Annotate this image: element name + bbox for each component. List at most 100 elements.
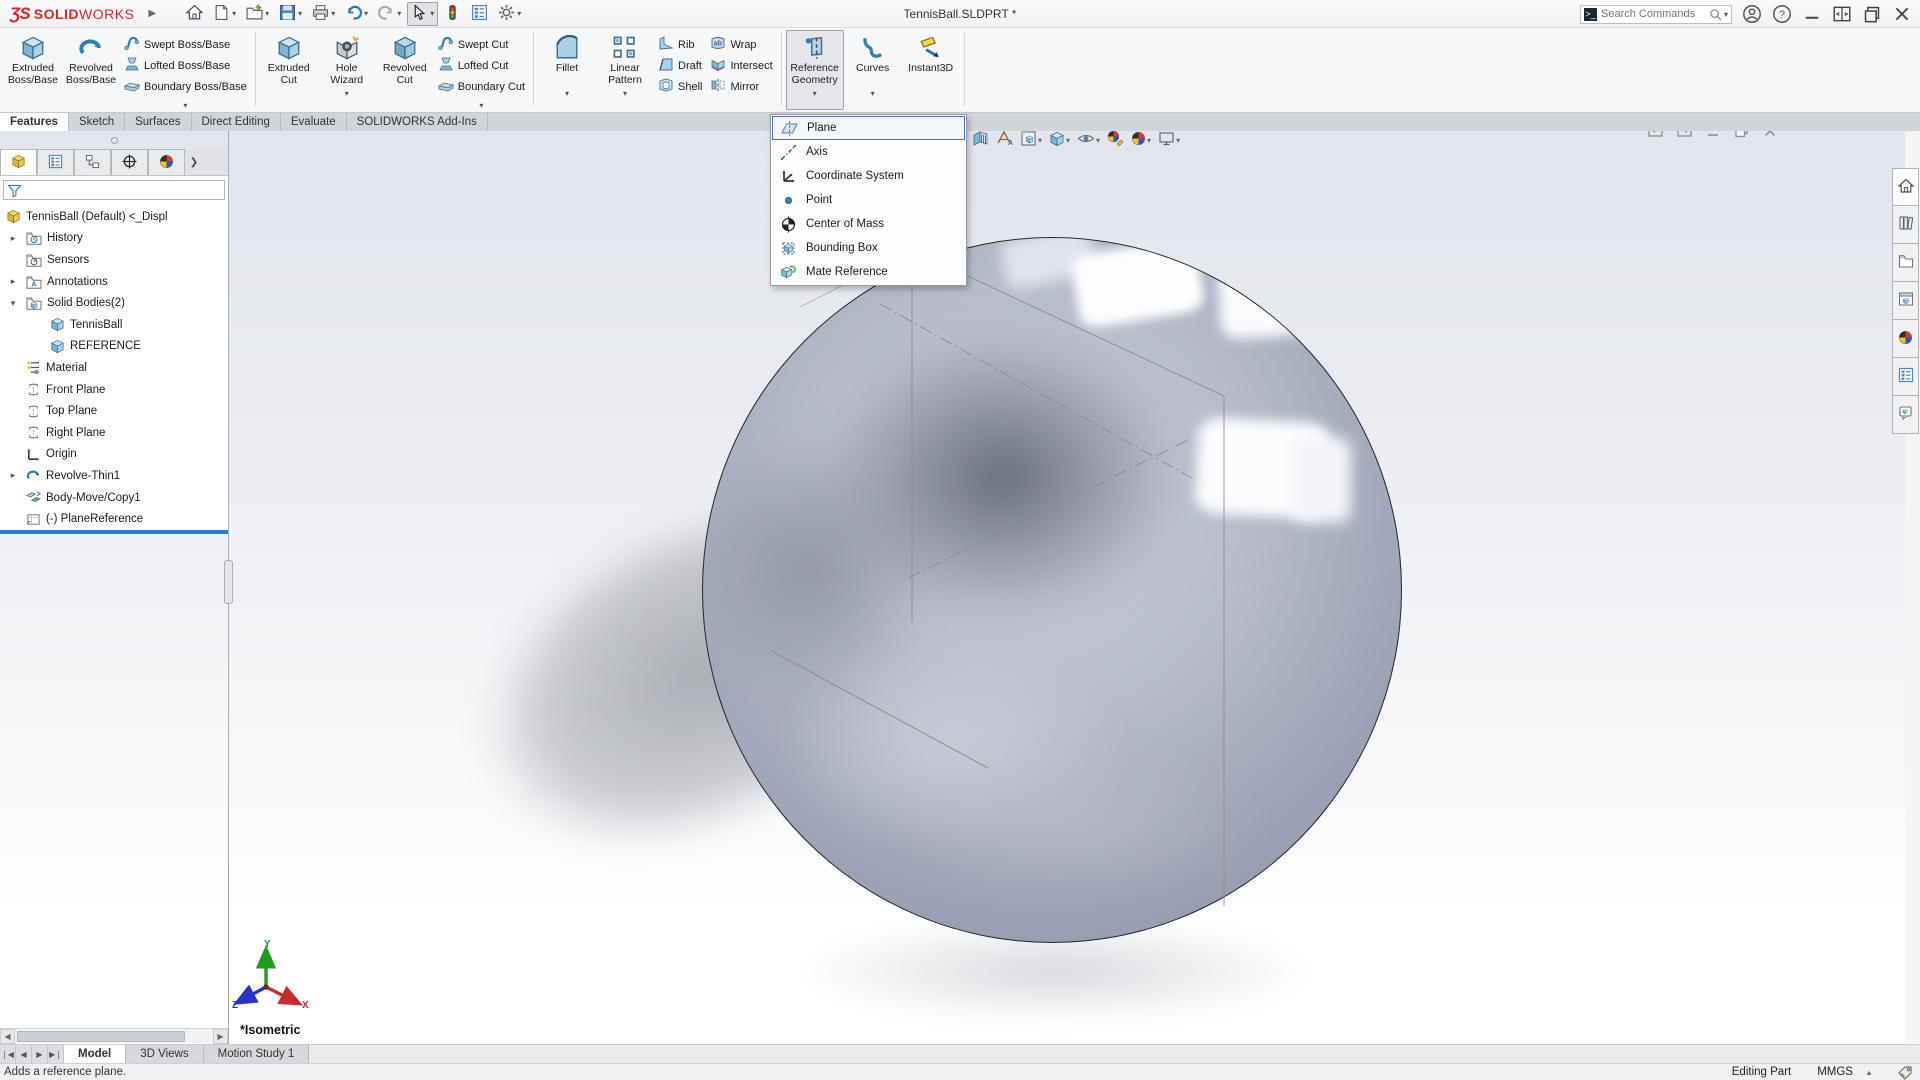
tree-item-annotations[interactable]: ▸AAnnotations [0, 271, 228, 293]
tree-item-planereference[interactable]: (-) PlaneReference [0, 508, 228, 530]
expanded-arrow-icon[interactable]: ▾ [8, 298, 18, 309]
tree-item-tennisball-default-default-displ[interactable]: TennisBall (Default) <_Displ [0, 206, 228, 228]
options-gear-dropdown-icon[interactable]: ▾ [517, 9, 521, 18]
apply-scene-dropdown-icon[interactable]: ▾ [1147, 136, 1151, 145]
tab-evaluate[interactable]: Evaluate [281, 113, 347, 131]
apply-scene-button[interactable]: ▾ [1129, 131, 1153, 151]
panel-splitter-handle[interactable] [0, 131, 228, 149]
tab-motion-study-1[interactable]: Motion Study 1 [204, 1045, 310, 1063]
display-style-dropdown-icon[interactable]: ▾ [1066, 136, 1070, 145]
new-file-dropdown-icon[interactable]: ▾ [232, 9, 236, 18]
tab-sketch[interactable]: Sketch [69, 113, 125, 131]
scroll-left-icon[interactable]: ◀ [0, 1029, 15, 1044]
print-dropdown-icon[interactable]: ▾ [331, 9, 335, 18]
section-view-button[interactable] [970, 131, 991, 151]
last-tab-icon[interactable]: ▶❘ [48, 1045, 64, 1063]
collapse-right-pane-icon[interactable] [1677, 131, 1692, 138]
search-commands-box[interactable]: >_ ▾ [1580, 5, 1732, 24]
tree-item-tennisball[interactable]: TennisBall [0, 314, 228, 336]
prev-tab-icon[interactable]: ◀ [16, 1045, 32, 1063]
close-button[interactable] [1892, 4, 1912, 24]
menu-item-plane[interactable]: Plane [772, 116, 965, 140]
tree-item-right-plane[interactable]: Right Plane [0, 422, 228, 444]
extruded-cut-button[interactable]: ExtrudedCut [260, 30, 318, 110]
save-dropdown-icon[interactable]: ▾ [298, 9, 302, 18]
magnifier-icon[interactable] [1709, 8, 1722, 21]
select-cursor-dropdown-icon[interactable]: ▾ [430, 9, 434, 18]
panel-horizontal-scrollbar[interactable]: ◀ ▶ [0, 1028, 228, 1043]
tree-item-material-not-specified[interactable]: Material [0, 357, 228, 379]
units-dropdown-icon[interactable]: ▴ [1867, 1068, 1871, 1077]
scroll-right-icon[interactable]: ▶ [213, 1029, 228, 1044]
options-gear-button[interactable]: ▾ [494, 2, 525, 26]
tree-item-solid-bodies-2[interactable]: ▾Solid Bodies(2) [0, 292, 228, 314]
tree-item-top-plane[interactable]: Top Plane [0, 400, 228, 422]
view-orientation-button[interactable]: ▾ [1018, 131, 1044, 151]
collapsed-arrow-icon[interactable]: ▸ [8, 233, 18, 244]
minimize-button[interactable] [1802, 4, 1822, 24]
tab-surfaces[interactable]: Surfaces [125, 113, 191, 131]
stack-dropdown-icon[interactable]: ▾ [434, 101, 529, 110]
first-tab-icon[interactable]: ❘◀ [0, 1045, 16, 1063]
intersect-button[interactable]: oints="8,1.5 14,4.5 8,7.5 2,4.5" fill="#… [706, 55, 776, 76]
taskpane-appearances-button[interactable] [1892, 320, 1919, 358]
tab-direct-editing[interactable]: Direct Editing [192, 113, 281, 131]
dimxpertmanager-tab[interactable] [111, 149, 148, 175]
reference-geometry-button[interactable]: ReferenceGeometry▾ [786, 30, 844, 110]
hide-show-items-button[interactable]: ▾ [1075, 131, 1102, 151]
view-settings-dropdown-icon[interactable]: ▾ [1176, 136, 1180, 145]
taskpane-design-library-button[interactable] [1892, 206, 1919, 244]
linear-pattern-dropdown-icon[interactable]: ▾ [623, 89, 627, 98]
expand-panes-button[interactable] [1832, 4, 1852, 24]
menu-item-axis[interactable]: Axis [772, 140, 965, 164]
swept-cut-button[interactable]: Swept Cut [434, 34, 529, 55]
displaymanager-tab[interactable] [148, 149, 185, 175]
taskpane-view-palette-button[interactable] [1892, 282, 1919, 320]
save-button[interactable]: ▾ [275, 2, 306, 26]
menu-item-center-of-mass[interactable]: Center of Mass [772, 212, 965, 236]
lofted-cut-button[interactable]: Lofted Cut [434, 55, 529, 76]
taskpane-custom-properties-button[interactable] [1892, 358, 1919, 396]
new-file-button[interactable]: ▾ [209, 2, 240, 26]
scrollbar-thumb[interactable] [17, 1031, 185, 1042]
propertymanager-tab[interactable] [37, 149, 74, 175]
rebuild-traffic-light-button[interactable] [440, 2, 465, 26]
taskpane-file-explorer-button[interactable] [1892, 244, 1919, 282]
home-button[interactable] [182, 2, 207, 26]
display-style-button[interactable]: ▾ [1047, 131, 1072, 151]
fillet-dropdown-icon[interactable]: ▾ [565, 89, 569, 98]
undo-dropdown-icon[interactable]: ▾ [364, 9, 368, 18]
mirror-button[interactable]: Mirror [706, 76, 776, 97]
file-properties-button[interactable] [467, 2, 492, 26]
document-close-icon[interactable] [1763, 131, 1777, 138]
fillet-button[interactable]: Fillet ▾ [538, 30, 596, 110]
search-dropdown-icon[interactable]: ▾ [1724, 10, 1728, 19]
units-label[interactable]: MMGS [1817, 1066, 1853, 1078]
restore-button[interactable] [1862, 4, 1882, 24]
curves-dropdown-icon[interactable]: ▾ [871, 89, 875, 98]
instant3d-button[interactable]: Instant3D [902, 30, 960, 110]
hole-wizard-dropdown-icon[interactable]: ▾ [345, 89, 349, 98]
rib-button[interactable]: Rib [654, 34, 706, 55]
taskpane-forum-button[interactable] [1892, 396, 1919, 434]
shell-button[interactable]: Shell [654, 76, 706, 97]
tab-3d-views[interactable]: 3D Views [126, 1045, 203, 1063]
collapsed-arrow-icon[interactable]: ▸ [8, 276, 18, 287]
configurationmanager-tab[interactable] [74, 149, 111, 175]
menu-item-mate-reference[interactable]: Mate Reference [772, 260, 965, 284]
hide-show-items-dropdown-icon[interactable]: ▾ [1096, 136, 1100, 145]
panel-tabs-overflow-icon[interactable]: ❯ [185, 149, 203, 175]
tab-model[interactable]: Model [64, 1045, 126, 1063]
wrap-button[interactable]: abWrap [706, 34, 776, 55]
view-orientation-dropdown-icon[interactable]: ▾ [1038, 136, 1042, 145]
tree-filter-input[interactable] [3, 180, 225, 200]
reference-geometry-dropdown-icon[interactable]: ▾ [813, 89, 817, 98]
document-minimize-icon[interactable] [1706, 131, 1720, 138]
dynamic-annotation-button[interactable]: A [994, 131, 1015, 151]
featuremanager-tab[interactable] [0, 149, 37, 175]
user-account-icon[interactable] [1742, 4, 1762, 24]
redo-dropdown-icon[interactable]: ▾ [397, 9, 401, 18]
taskpane-home-button[interactable] [1892, 168, 1919, 206]
tennis-ball-model[interactable] [702, 237, 1402, 943]
print-button[interactable]: ▾ [308, 2, 339, 26]
